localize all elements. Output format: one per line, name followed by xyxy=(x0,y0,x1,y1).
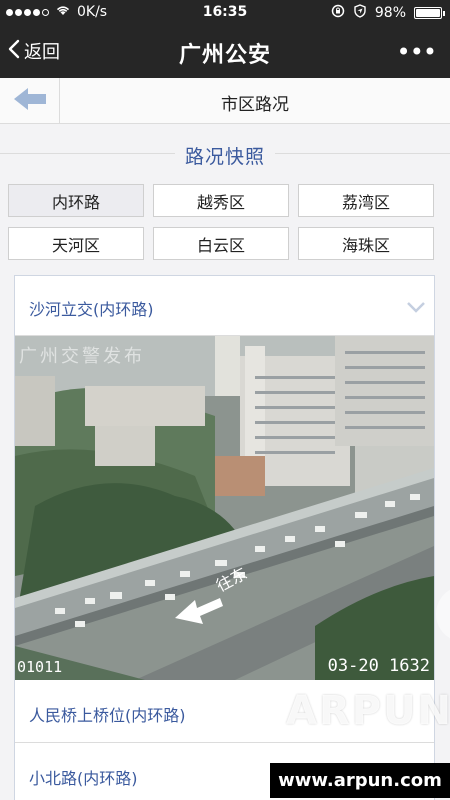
district-button-haizhu[interactable]: 海珠区 xyxy=(298,227,434,260)
section-header: 路况快照 xyxy=(0,130,450,176)
nav-bar: 返回 广州公安 ••• xyxy=(0,24,450,78)
battery-icon xyxy=(414,7,445,19)
camera-item-label: 沙河立交(内环路) xyxy=(29,300,154,319)
camera-item-expanded[interactable]: 沙河立交(内环路) xyxy=(15,276,434,336)
chevron-down-icon[interactable] xyxy=(406,298,426,317)
more-button[interactable]: ••• xyxy=(397,38,437,66)
scroll-handle[interactable] xyxy=(436,586,450,642)
location-icon xyxy=(353,4,367,22)
section-title: 路况快照 xyxy=(174,146,275,168)
district-button-liwan[interactable]: 荔湾区 xyxy=(298,184,434,217)
rotation-lock-icon xyxy=(331,4,345,22)
camera-snapshot[interactable]: 往东 广州交警发布 01011 03-20 1632 xyxy=(15,336,434,680)
camera-watermark: 广州交警发布 xyxy=(19,346,145,367)
page-back-button[interactable] xyxy=(0,78,60,124)
status-bar: 0K/s 16:35 98% xyxy=(0,0,450,24)
site-watermark: ARPUN xyxy=(286,688,450,734)
camera-timestamp: 03-20 1632 xyxy=(327,656,430,676)
arrow-left-icon xyxy=(12,87,48,115)
nav-title: 广州公安 xyxy=(178,43,271,68)
traffic-camera-image: 往东 xyxy=(15,336,434,680)
district-button-baiyun[interactable]: 白云区 xyxy=(153,227,289,260)
district-grid: 内环路 越秀区 荔湾区 天河区 白云区 海珠区 xyxy=(8,184,434,260)
camera-item-label: 人民桥上桥位(内环路) xyxy=(29,706,186,725)
camera-item-label: 小北路(内环路) xyxy=(29,769,138,788)
page-title: 市区路况 xyxy=(221,95,289,115)
district-button-tianhe[interactable]: 天河区 xyxy=(8,227,144,260)
camera-id: 01011 xyxy=(17,658,63,676)
page-header: 市区路况 xyxy=(0,78,450,124)
district-button-inner-ring[interactable]: 内环路 xyxy=(8,184,144,217)
district-button-yuexiu[interactable]: 越秀区 xyxy=(153,184,289,217)
battery-percent: 98% xyxy=(374,5,406,21)
site-url-badge: www.arpun.com xyxy=(270,763,450,798)
